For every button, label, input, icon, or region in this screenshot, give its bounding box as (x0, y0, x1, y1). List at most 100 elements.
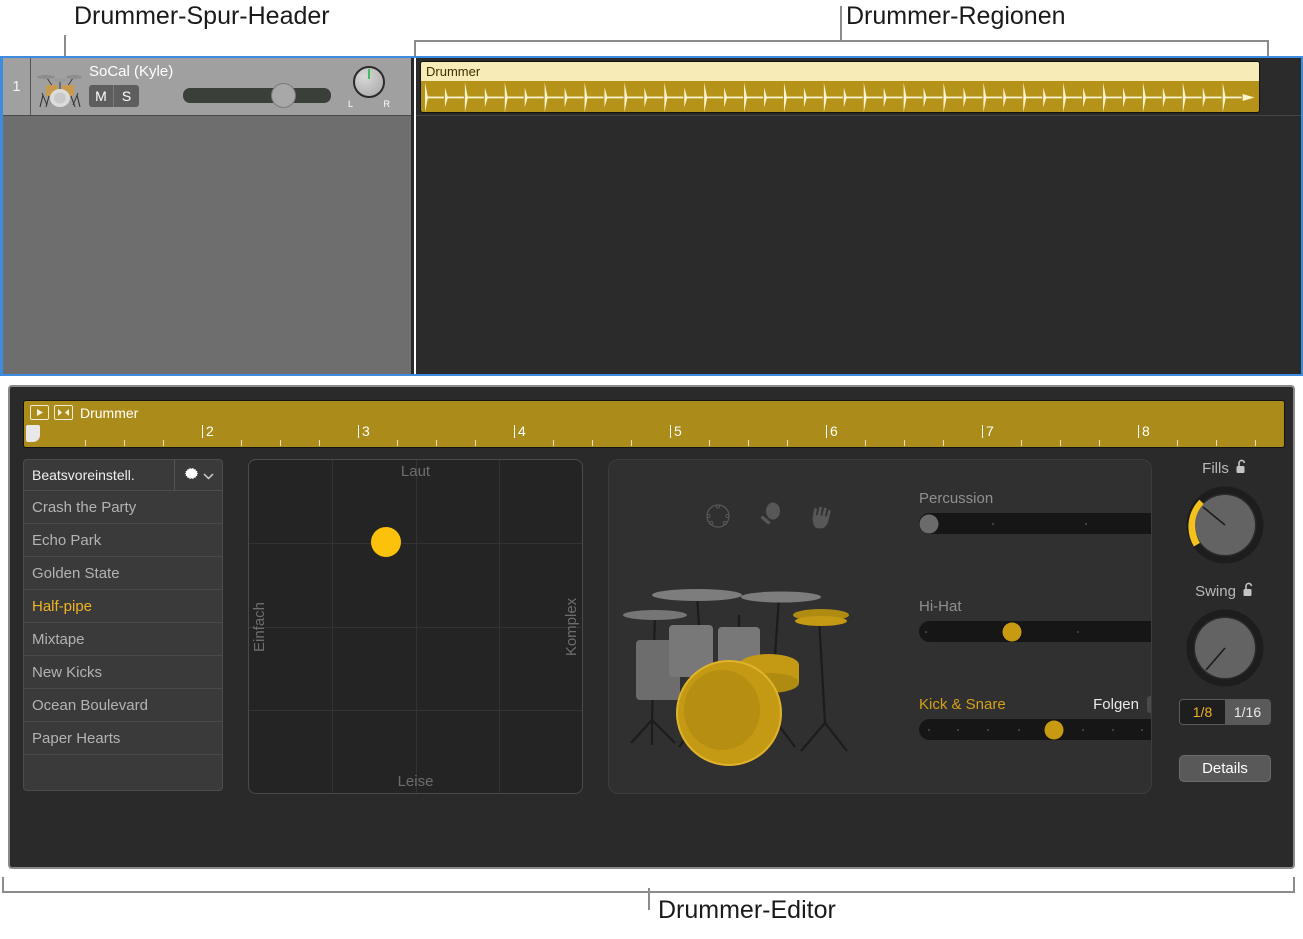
unlocked-padlock-icon[interactable] (1242, 582, 1255, 601)
swing-label: Swing (1195, 583, 1236, 600)
follow-checkbox[interactable] (1147, 696, 1151, 713)
playhead-marker[interactable] (26, 425, 40, 442)
xy-column: Laut Leise Einfach Komplex (248, 459, 583, 804)
drummer-region[interactable]: Drummer (420, 61, 1260, 113)
ruler-beat-tick (85, 440, 86, 446)
xy-label-soft: Leise (397, 773, 434, 790)
slider-label: Hi-Hat (919, 598, 962, 615)
callout-editor-leader (648, 888, 650, 910)
drum-kit-icon (37, 65, 83, 109)
region-bounds-icon[interactable] (54, 405, 73, 420)
volume-slider[interactable] (183, 83, 331, 108)
preset-list-item[interactable]: Paper Hearts (24, 722, 222, 755)
preset-list[interactable]: Crash the Party Echo Park Golden State Half… (23, 491, 223, 791)
ruler-beat-tick (904, 440, 905, 446)
track-lane[interactable]: Drummer (416, 58, 1301, 116)
ruler-beat-tick (943, 440, 944, 446)
unlocked-padlock-icon[interactable] (1235, 459, 1248, 478)
pan-knob[interactable] (353, 66, 385, 98)
slider-track[interactable] (919, 719, 1151, 740)
hihat-slider-block: Hi-Hat (919, 598, 1151, 642)
fills-knob[interactable] (1182, 482, 1268, 568)
tambourine-icon[interactable] (704, 502, 732, 535)
pan-right-label: R (383, 99, 391, 109)
slider-thumb[interactable] (919, 514, 939, 533)
drummer-track-header[interactable]: 1 SoCal (Kyle) M S L R (3, 58, 411, 116)
ruler-beat-tick (865, 440, 866, 446)
ruler-beat-tick (709, 440, 710, 446)
ruler-beat-tick (1216, 440, 1217, 446)
ruler-bar-number: 2 (206, 423, 214, 439)
preset-action-menu[interactable] (174, 460, 222, 490)
follow-control[interactable]: Folgen (1093, 696, 1151, 713)
volume-slider-thumb[interactable] (271, 83, 296, 108)
region-area[interactable]: Drummer (414, 58, 1301, 374)
drummer-editor[interactable]: Drummer 2345678 Beatsvoreinstell. Crash … (8, 385, 1295, 869)
preset-list-item[interactable]: Ocean Boulevard (24, 689, 222, 722)
ruler-beat-tick (280, 440, 281, 446)
swing-knob[interactable] (1182, 605, 1268, 691)
slider-track[interactable] (919, 621, 1151, 642)
preset-list-item[interactable]: Golden State (24, 557, 222, 590)
xy-pad-puck[interactable] (371, 527, 401, 557)
pan-knob-group[interactable]: L R (348, 66, 390, 112)
ruler-beat-tick (124, 440, 125, 446)
ruler-beat-tick (1060, 440, 1061, 446)
details-button[interactable]: Details (1179, 755, 1271, 782)
slider-thumb[interactable] (1044, 720, 1064, 739)
ruler-bar-number: 5 (674, 423, 682, 439)
ruler-bar-number: 4 (518, 423, 526, 439)
ruler-beat-tick (631, 440, 632, 446)
ruler-bar-number: 8 (1142, 423, 1150, 439)
ruler-beat-tick (241, 440, 242, 446)
mute-solo-group: M S (89, 85, 139, 107)
hand-clap-icon[interactable] (808, 502, 836, 535)
right-controls-column: Fills Swing 1/8 1/16 Details (1170, 459, 1280, 804)
ruler-beat-tick (397, 440, 398, 446)
percussion-icon-row (704, 502, 836, 535)
slider-label: Percussion (919, 490, 994, 507)
slider-tick-dot (1077, 630, 1080, 633)
preset-list-item[interactable]: Half-pipe (24, 590, 222, 623)
ruler-beat-tick (1099, 440, 1100, 446)
drum-kit-illustration[interactable] (619, 555, 899, 780)
kick-snare-slider-block: Kick & Snare Folgen (919, 696, 1151, 740)
ruler-beat-tick (319, 440, 320, 446)
editor-ruler-toolbar: Drummer (24, 401, 1284, 424)
preset-header[interactable]: Beatsvoreinstell. (23, 459, 223, 491)
track-headers-column: 1 SoCal (Kyle) M S L R (3, 58, 411, 374)
swing-division-group[interactable]: 1/8 1/16 (1179, 699, 1271, 725)
swing-division-eighth[interactable]: 1/8 (1180, 700, 1225, 724)
ruler-beat-tick (1255, 440, 1256, 446)
shaker-icon[interactable] (757, 502, 783, 535)
callout-editor-label: Drummer-Editor (658, 896, 836, 924)
gear-icon (183, 465, 200, 486)
solo-button[interactable]: S (114, 85, 139, 107)
drum-kit-panel[interactable]: Percussion Hi-Hat Kick & Snare Folgen (608, 459, 1152, 794)
slider-tick-dot (927, 728, 930, 731)
slider-tick-dot (986, 728, 989, 731)
preset-list-item[interactable]: Echo Park (24, 524, 222, 557)
preset-list-item[interactable]: Mixtape (24, 623, 222, 656)
swing-division-sixteenth[interactable]: 1/16 (1225, 700, 1270, 724)
editor-ruler[interactable]: Drummer 2 3 4 5 6 7 8 (23, 400, 1285, 448)
preset-list-item[interactable]: New Kicks (24, 656, 222, 689)
region-name: Drummer (421, 62, 1259, 81)
editor-ruler-ticks[interactable]: 2 3 4 5 6 7 8 (24, 423, 1284, 447)
ruler-beat-tick (553, 440, 554, 446)
slider-thumb[interactable] (1002, 622, 1022, 641)
slider-track[interactable] (919, 513, 1151, 534)
editor-region-label: Drummer (80, 404, 139, 421)
region-waveform (424, 82, 1255, 112)
preset-list-item[interactable]: Crash the Party (24, 491, 222, 524)
xy-label-loud: Laut (400, 463, 431, 480)
ruler-beat-tick (748, 440, 749, 446)
slider-tick-dot (1084, 522, 1087, 525)
ruler-beat-tick (1177, 440, 1178, 446)
preset-column: Beatsvoreinstell. Crash the Party Echo Pa… (23, 459, 223, 804)
ruler-bar-number: 7 (986, 423, 994, 439)
complexity-loudness-pad[interactable]: Laut Leise Einfach Komplex (248, 459, 583, 794)
play-icon[interactable] (30, 405, 49, 420)
arrange-area[interactable]: 1 SoCal (Kyle) M S L R Drummer (0, 56, 1303, 376)
mute-button[interactable]: M (89, 85, 114, 107)
